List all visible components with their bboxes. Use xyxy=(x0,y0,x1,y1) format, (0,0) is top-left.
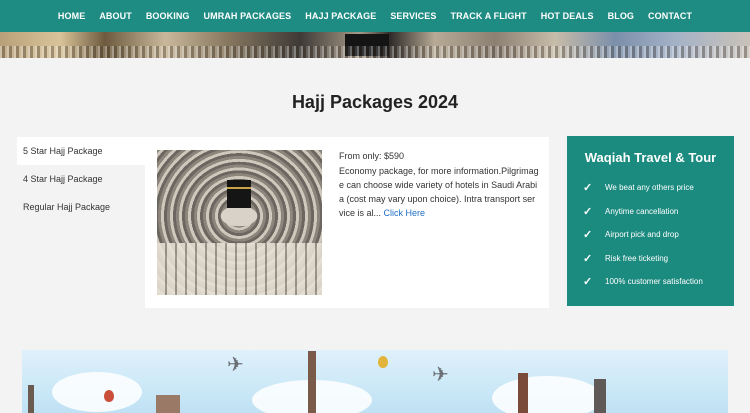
features-list: ✓ We beat any others price ✓ Anytime cance… xyxy=(583,176,703,294)
package-details: From only: $590 Economy package, for mor… xyxy=(339,151,539,220)
package-description-text: Economy package, for more information.Pi… xyxy=(339,166,539,218)
package-card: From only: $590 Economy package, for mor… xyxy=(145,137,549,308)
category-5-star[interactable]: 5 Star Hajj Package xyxy=(17,137,145,165)
features-widget: Waqiah Travel & Tour ✓ We beat any others… xyxy=(567,136,734,306)
check-icon: ✓ xyxy=(583,229,593,242)
check-icon: ✓ xyxy=(583,205,593,218)
hot-air-balloon-icon xyxy=(378,356,388,368)
feature-item: ✓ Risk free ticketing xyxy=(583,247,703,271)
hot-air-balloon-icon xyxy=(104,390,114,402)
feature-label: 100% customer satisfaction xyxy=(605,277,703,287)
airplane-icon: ✈ xyxy=(432,364,449,386)
check-icon: ✓ xyxy=(583,276,593,289)
kaaba-gold-band xyxy=(227,187,251,189)
click-here-link[interactable]: Click Here xyxy=(384,208,426,218)
nav-about[interactable]: ABOUT xyxy=(99,11,132,21)
crowd-image xyxy=(0,46,750,58)
tower-landmark xyxy=(594,379,606,413)
kaaba-photo xyxy=(227,180,251,208)
package-category-list: 5 Star Hajj Package 4 Star Hajj Package … xyxy=(17,137,145,221)
nav-hajj-package[interactable]: HAJJ PACKAGE xyxy=(305,11,376,21)
travel-landmarks-banner: ✈ ✈ xyxy=(22,350,728,413)
airplane-icon: ✈ xyxy=(227,354,244,376)
category-4-star[interactable]: 4 Star Hajj Package xyxy=(17,165,145,193)
feature-item: ✓ Airport pick and drop xyxy=(583,223,703,247)
category-regular[interactable]: Regular Hajj Package xyxy=(17,193,145,221)
feature-label: Airport pick and drop xyxy=(605,230,679,240)
cloud-shape xyxy=(52,372,142,412)
hero-banner-image xyxy=(0,32,750,58)
nav-track-a-flight[interactable]: TRACK A FLIGHT xyxy=(450,11,526,21)
nav-home[interactable]: HOME xyxy=(58,11,85,21)
package-description: Economy package, for more information.Pi… xyxy=(339,164,539,220)
feature-label: Anytime cancellation xyxy=(605,206,679,216)
tower-landmark xyxy=(518,373,528,413)
check-icon: ✓ xyxy=(583,252,593,265)
feature-item: ✓ Anytime cancellation xyxy=(583,200,703,224)
page-title: Hajj Packages 2024 xyxy=(291,92,459,112)
feature-item: ✓ 100% customer satisfaction xyxy=(583,270,703,294)
package-price: From only: $590 xyxy=(339,151,405,161)
nav-blog[interactable]: BLOG xyxy=(608,11,634,21)
nav-umrah-packages[interactable]: UMRAH PACKAGES xyxy=(204,11,292,21)
nav-contact[interactable]: CONTACT xyxy=(648,11,692,21)
nav-hot-deals[interactable]: HOT DEALS xyxy=(541,11,594,21)
feature-item: ✓ We beat any others price xyxy=(583,176,703,200)
check-icon: ✓ xyxy=(583,182,593,195)
cloud-shape xyxy=(492,376,602,413)
eiffel-tower-landmark xyxy=(308,351,316,413)
main-navigation: HOME ABOUT BOOKING UMRAH PACKAGES HAJJ P… xyxy=(0,0,750,32)
nav-booking[interactable]: BOOKING xyxy=(146,11,190,21)
feature-label: Risk free ticketing xyxy=(605,253,669,263)
package-photo xyxy=(157,150,322,295)
mosque-arches xyxy=(157,243,322,295)
building-landmark xyxy=(156,395,180,413)
tower-landmark xyxy=(28,385,34,413)
nav-services[interactable]: SERVICES xyxy=(390,11,436,21)
widget-title: Waqiah Travel & Tour xyxy=(584,150,717,165)
feature-label: We beat any others price xyxy=(605,183,694,193)
